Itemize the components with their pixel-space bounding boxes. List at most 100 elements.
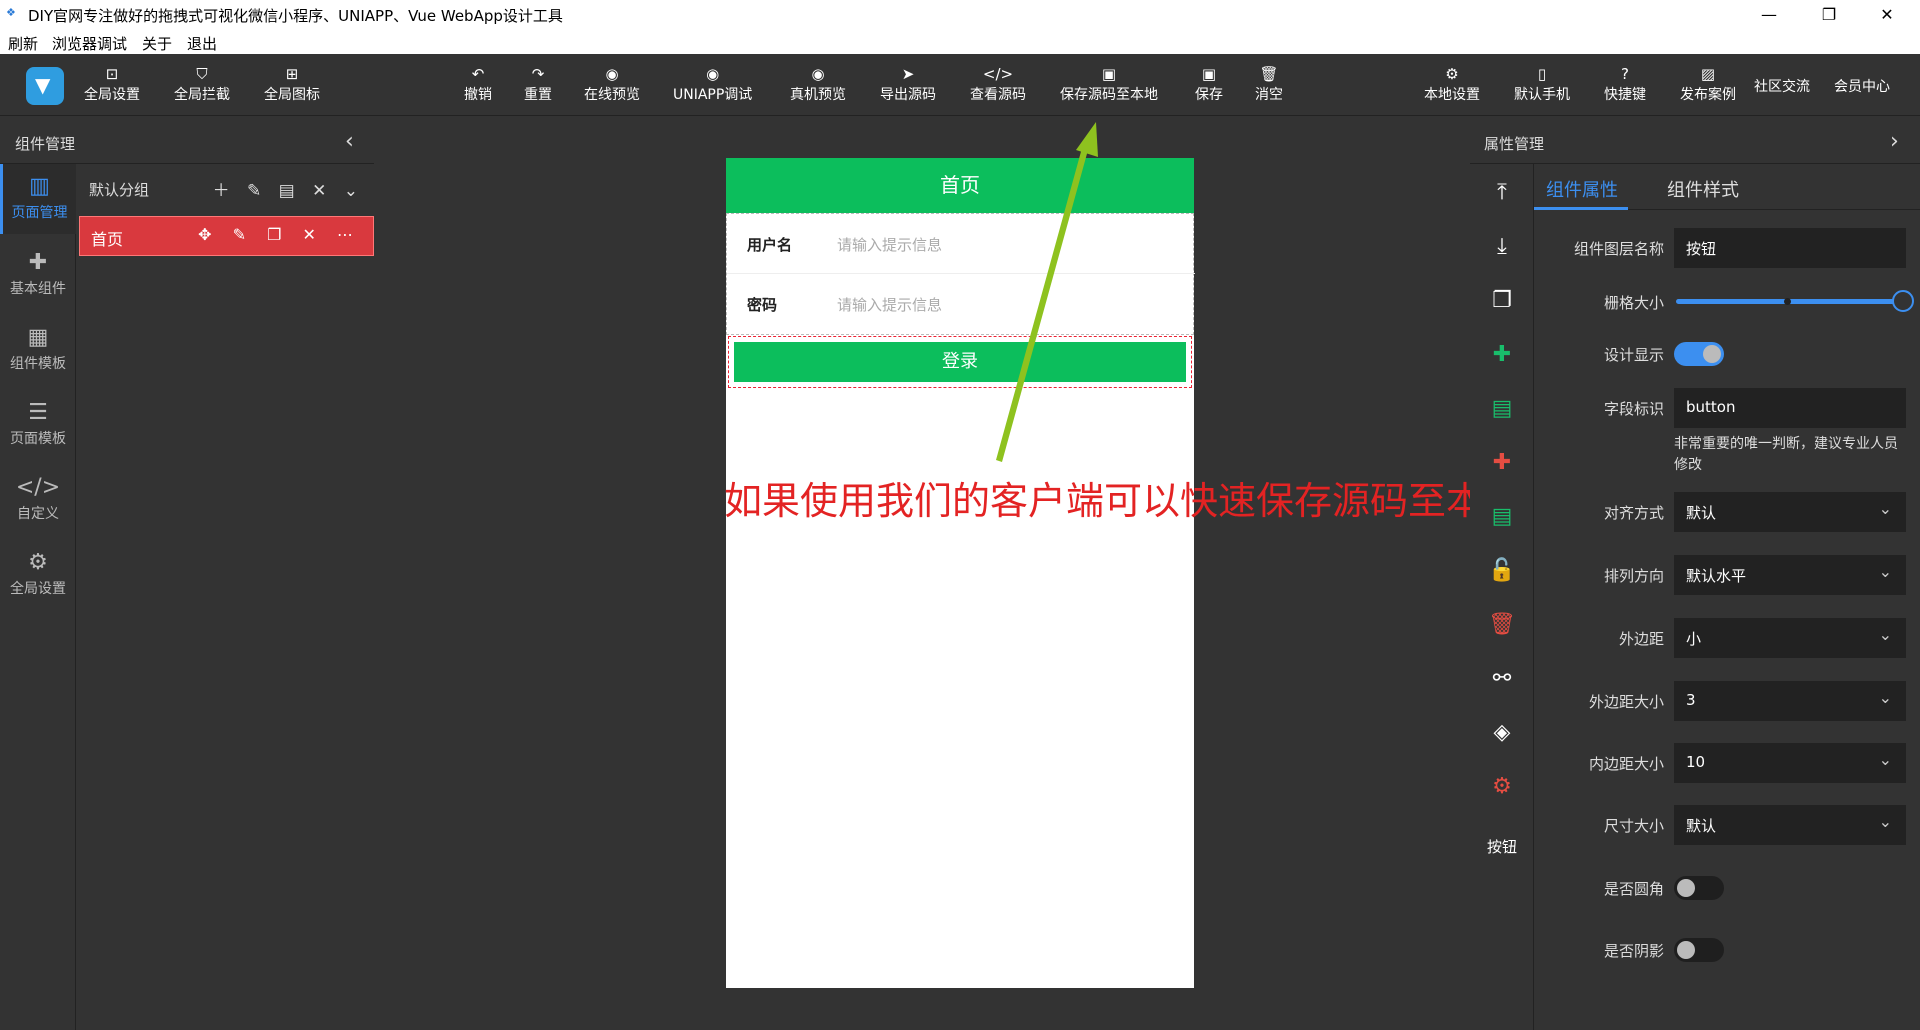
publish-case-button[interactable]: ▨ 发布案例 bbox=[1680, 64, 1736, 104]
template-icon: ▦ bbox=[27, 325, 49, 350]
link-icon[interactable]: ⚯ bbox=[1470, 666, 1534, 691]
tab-component-style[interactable]: 组件样式 bbox=[1667, 176, 1739, 202]
slider-mark bbox=[1784, 298, 1791, 305]
gear-icon[interactable]: ⚙ bbox=[1470, 774, 1534, 799]
layer-name-input[interactable]: 按钮 bbox=[1674, 228, 1906, 268]
maximize-button[interactable]: ❐ bbox=[1806, 2, 1852, 28]
uniapp-debug-button[interactable]: ◉ UNIAPP调试 bbox=[673, 64, 752, 104]
layout-icon: ▥ bbox=[29, 174, 50, 199]
shadow-toggle[interactable] bbox=[1674, 938, 1724, 962]
nav-global-settings[interactable]: ⚙ 全局设置 bbox=[0, 540, 76, 610]
default-phone-button[interactable]: ▯ 默认手机 bbox=[1514, 64, 1570, 104]
design-show-toggle[interactable] bbox=[1674, 342, 1724, 366]
puzzle-icon[interactable]: ✚ bbox=[1470, 342, 1534, 367]
form-row-username: 用户名 请输入提示信息 bbox=[727, 214, 1195, 274]
device-preview-button[interactable]: ◉ 真机预览 bbox=[790, 64, 846, 104]
size-select[interactable]: 默认 ⌄ bbox=[1674, 805, 1906, 845]
trash-icon: 🗑 bbox=[1259, 65, 1279, 83]
password-input[interactable]: 请输入提示信息 bbox=[837, 294, 942, 315]
unlock-icon[interactable]: 🔓 bbox=[1470, 558, 1534, 583]
local-settings-button[interactable]: ⚙ 本地设置 bbox=[1424, 64, 1480, 104]
tab-component-props[interactable]: 组件属性 bbox=[1546, 176, 1618, 202]
prop-direction: 排列方向 默认水平 ⌄ bbox=[1534, 555, 1920, 595]
properties-area: 组件属性 组件样式 组件图层名称 按钮 栅格大小 设计显示 字段标识 butto… bbox=[1534, 164, 1920, 1030]
page-actions[interactable]: ✥ ✎ ❐ ✕ ⋯ bbox=[198, 225, 361, 244]
nav-custom[interactable]: </> 自定义 bbox=[0, 465, 76, 535]
username-input[interactable]: 请输入提示信息 bbox=[837, 234, 942, 255]
button-component-selected[interactable]: 登录 bbox=[728, 336, 1192, 388]
phone-icon: ▯ bbox=[1537, 65, 1547, 83]
puzzle-icon[interactable]: ✚ bbox=[1470, 450, 1534, 475]
chevron-down-icon: ⌄ bbox=[1878, 562, 1892, 581]
chevron-down-icon: ⌄ bbox=[1878, 688, 1892, 707]
member-center-link[interactable]: 会员中心 bbox=[1834, 76, 1890, 96]
prop-align: 对齐方式 默认 ⌄ bbox=[1534, 492, 1920, 532]
rounded-toggle[interactable] bbox=[1674, 876, 1724, 900]
chevron-right-icon[interactable]: › bbox=[1890, 129, 1899, 154]
undo-button[interactable]: ↶ 撤销 bbox=[464, 64, 492, 104]
grid-size-slider-handle[interactable] bbox=[1892, 290, 1914, 312]
title-bar: ❖ DIY官网专注做好的拖拽式可视化微信小程序、UNIAPP、Vue WebAp… bbox=[0, 0, 1920, 30]
online-preview-button[interactable]: ◉ 在线预览 bbox=[584, 64, 640, 104]
chevron-left-icon[interactable]: ‹ bbox=[345, 129, 354, 154]
design-canvas: 首页 用户名 请输入提示信息 密码 请输入提示信息 登录 bbox=[374, 120, 1468, 1030]
nav-page-templates[interactable]: ☰ 页面模板 bbox=[0, 390, 76, 460]
document-icon[interactable]: ▤ bbox=[1470, 396, 1534, 421]
password-label: 密码 bbox=[747, 296, 778, 314]
menu-exit[interactable]: 退出 bbox=[187, 33, 217, 54]
gear-icon: ⚙ bbox=[28, 550, 48, 575]
database-icon: ☰ bbox=[28, 400, 48, 425]
annotation-text: 如果使用我们的客户端可以快速保存源码至本地 bbox=[724, 479, 1523, 523]
save-source-local-button[interactable]: ▣ 保存源码至本地 bbox=[1060, 64, 1158, 104]
move-bottom-icon[interactable]: ⤓ bbox=[1470, 234, 1534, 259]
group-actions[interactable]: ＋ ✎ ▤ ✕ ⌄ bbox=[213, 176, 364, 201]
direction-select[interactable]: 默认水平 ⌄ bbox=[1674, 555, 1906, 595]
nav-component-templates[interactable]: ▦ 组件模板 bbox=[0, 315, 76, 385]
export-source-button[interactable]: ➤ 导出源码 bbox=[880, 64, 936, 104]
login-button[interactable]: 登录 bbox=[734, 342, 1186, 382]
global-settings-button[interactable]: ⊡ 全局设置 bbox=[84, 64, 140, 104]
component-tools: ⤒ ⤓ ❐ ✚ ▤ ✚ ▤ 🔓 🗑 ⚯ ◈ ⚙ 按钮 bbox=[1470, 164, 1534, 1030]
form-container[interactable]: 用户名 请输入提示信息 密码 请输入提示信息 bbox=[726, 213, 1195, 335]
tab-indicator bbox=[1534, 207, 1628, 210]
prop-grid-size: 栅格大小 bbox=[1534, 282, 1920, 322]
app-logo bbox=[26, 67, 64, 105]
global-icons-button[interactable]: ⊞ 全局图标 bbox=[264, 64, 320, 104]
save-button[interactable]: ▣ 保存 bbox=[1195, 64, 1223, 104]
redo-icon: ↷ bbox=[531, 65, 545, 83]
property-manager-panel: 属性管理 › ⤒ ⤓ ❐ ✚ ▤ ✚ ▤ 🔓 🗑 ⚯ ◈ ⚙ 按钮 组件属性 组… bbox=[1470, 120, 1920, 1030]
group-row[interactable]: 默认分组 ＋ ✎ ▤ ✕ ⌄ bbox=[77, 164, 374, 214]
window-code-icon: ⊡ bbox=[105, 65, 119, 83]
nav-basic-components[interactable]: ✚ 基本组件 bbox=[0, 240, 76, 310]
puzzle-icon: ✚ bbox=[28, 250, 48, 275]
username-label: 用户名 bbox=[747, 236, 793, 254]
community-link[interactable]: 社区交流 bbox=[1754, 76, 1810, 96]
padding-size-select[interactable]: 10 ⌄ bbox=[1674, 743, 1906, 783]
shortcuts-button[interactable]: ? 快捷键 bbox=[1604, 64, 1646, 104]
close-button[interactable]: ✕ bbox=[1864, 2, 1910, 28]
page-label: 首页 bbox=[91, 230, 124, 249]
menu-about[interactable]: 关于 bbox=[142, 33, 172, 54]
menu-refresh[interactable]: 刷新 bbox=[8, 33, 38, 54]
document-add-icon[interactable]: ▤ bbox=[1470, 504, 1534, 529]
margin-select[interactable]: 小 ⌄ bbox=[1674, 618, 1906, 658]
view-source-button[interactable]: </> 查看源码 bbox=[970, 64, 1026, 104]
menu-bar: 刷新 浏览器调试 关于 退出 bbox=[0, 30, 1920, 54]
nav-page-manager[interactable]: ▥ 页面管理 bbox=[0, 164, 76, 234]
field-id-input[interactable]: button bbox=[1674, 388, 1906, 428]
clear-button[interactable]: 🗑 消空 bbox=[1255, 64, 1283, 104]
trash-icon[interactable]: 🗑 bbox=[1470, 612, 1534, 637]
copy-icon[interactable]: ❐ bbox=[1470, 288, 1534, 313]
page-item-home[interactable]: 首页 ✥ ✎ ❐ ✕ ⋯ bbox=[79, 216, 374, 256]
eye-icon: ◉ bbox=[706, 65, 720, 83]
layers-icon[interactable]: ◈ bbox=[1470, 720, 1534, 745]
move-top-icon[interactable]: ⤒ bbox=[1470, 180, 1534, 205]
redo-button[interactable]: ↷ 重置 bbox=[524, 64, 552, 104]
menu-browser-debug[interactable]: 浏览器调试 bbox=[52, 33, 127, 54]
margin-size-select[interactable]: 3 ⌄ bbox=[1674, 681, 1906, 721]
minimize-button[interactable]: — bbox=[1746, 2, 1792, 28]
global-intercept-button[interactable]: ⛉ 全局拦截 bbox=[174, 64, 230, 104]
window-title: DIY官网专注做好的拖拽式可视化微信小程序、UNIAPP、Vue WebApp设… bbox=[28, 7, 563, 25]
image-icon: ▨ bbox=[1700, 65, 1716, 83]
align-select[interactable]: 默认 ⌄ bbox=[1674, 492, 1906, 532]
